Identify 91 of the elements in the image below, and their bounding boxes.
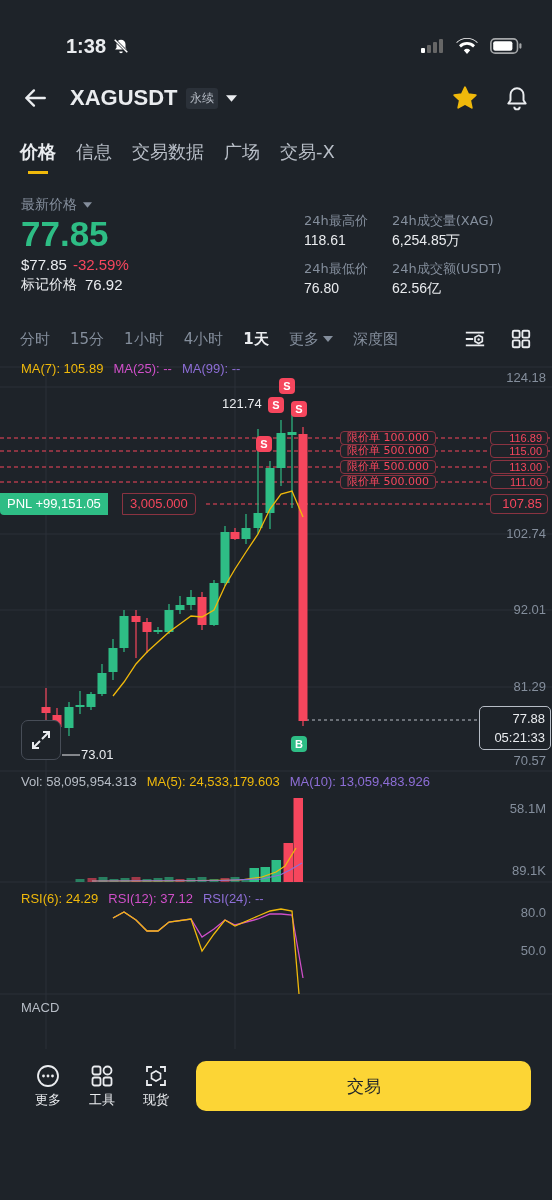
countdown: 05:21:33 [494,729,545,747]
axis-label: 124.18 [506,370,546,385]
interval-tab[interactable]: 分时 [12,325,58,353]
axis-label: 58.1M [509,801,546,816]
last-price: 77.85 [21,214,110,254]
order-tag[interactable]: 限价单 500.000 [340,444,436,458]
order-price-tag: 116.89 [490,431,548,445]
axis-label: 81.29 [513,679,546,694]
more-icon [36,1063,60,1088]
tab[interactable]: 交易数据 [124,134,212,177]
grid-layout-icon[interactable] [510,328,532,350]
interval-tab[interactable]: 1天 [235,325,277,353]
caret-icon [322,336,333,342]
trade-marker: B [291,736,307,752]
order-tag[interactable]: 限价单 500.000 [340,475,436,489]
order-price-tag: 115.00 [490,444,548,458]
candle [119,609,129,653]
stat-value: 118.61 [304,232,347,248]
expand-button[interactable] [21,720,61,760]
status-time: 1:38 [66,34,107,58]
toolbar-item[interactable]: 现货 [132,1063,180,1109]
volume-bar [75,879,85,882]
expand-icon [29,728,53,752]
order-tag[interactable]: 限价单 100.000 [340,431,436,445]
order-price-tag: 111.00 [490,475,548,489]
symbol-title[interactable]: XAGUSDT [70,85,178,111]
bell-icon[interactable] [504,85,530,111]
mark-price: 76.92 [85,276,123,294]
order-price-tag: 113.00 [490,460,548,474]
contract-badge: 永续 [185,87,218,109]
indicator-label: MA(7): 105.89 [21,361,104,376]
trade-marker: S [279,378,295,394]
tools-icon [90,1063,114,1088]
price-change: -32.59% [72,256,129,273]
stat-label: 24h成交额(USDT) [392,260,503,278]
interval-tab[interactable]: 4小时 [175,325,232,353]
indicator-label: RSI(24): -- [202,891,264,906]
axis-label: 70.57 [513,753,546,768]
position-size-tag: 3,005.000 [122,493,196,515]
indicator-label: MA(25): -- [113,361,172,376]
interval-dropdown[interactable]: 更多 [280,325,341,353]
indicator-label: MA(5): 24,533,179.603 [146,774,280,789]
interval-tab[interactable]: 15分 [62,325,113,353]
muted-bell-icon [112,37,131,55]
stat-label: 24h最高价 [304,212,369,230]
stat-value: 62.56亿 [392,280,443,298]
toolbar-item[interactable]: 更多 [24,1063,72,1109]
candle [265,460,275,530]
axis-label: 102.74 [506,526,546,541]
tab[interactable]: 交易-X [272,134,343,177]
trade-marker: S [256,436,272,452]
leader-line [61,754,81,756]
signal-icon [420,39,444,53]
low-price-label: 73.01 [81,747,114,762]
macd-label: MACD [21,1000,60,1015]
entry-price-tag: 107.85 [490,494,548,514]
axis-label: 80.0 [520,905,546,920]
axis-label: 92.01 [513,602,546,617]
battery-icon [490,38,522,54]
wifi-icon [456,38,478,54]
indicator-label: MA(99): -- [181,361,241,376]
indicator-label: Vol: 58,095,954.313 [21,774,137,789]
star-icon[interactable] [452,85,478,111]
tab[interactable]: 广场 [216,134,268,177]
trade-button[interactable]: 交易 [196,1061,531,1111]
stat-label: 24h最低价 [304,260,369,278]
order-tag[interactable]: 限价单 500.000 [340,460,436,474]
axis-label: 89.1K [512,863,546,878]
usd-price: $77.85 [21,256,67,273]
indicator-label: RSI(12): 37.12 [108,891,193,906]
axis-label: 50.0 [520,943,546,958]
price-label[interactable]: 最新价格 [21,196,77,214]
candle [108,638,118,681]
indicator-label: RSI(6): 24.29 [21,891,99,906]
indicator-label: MA(10): 13,059,483.926 [289,774,430,789]
stat-label: 24h成交量(XAG) [392,212,495,230]
last-price-value: 77.88 [512,710,545,728]
mark-price-label: 标记价格 [21,276,77,294]
high-price-label: 121.74 [222,396,262,411]
spot-icon [144,1063,168,1088]
candle [209,579,219,627]
toolbar-item[interactable]: 工具 [78,1063,126,1109]
candle [131,609,141,659]
stat-value: 6,254.85万 [392,232,462,250]
tab[interactable]: 信息 [68,134,120,177]
stat-value: 76.80 [304,280,341,296]
trade-marker: S [291,401,307,417]
caret-icon[interactable] [225,94,237,102]
interval-tab[interactable]: 深度图 [344,325,406,353]
interval-tab[interactable]: 1小时 [116,325,172,353]
trade-marker: S [268,397,284,413]
